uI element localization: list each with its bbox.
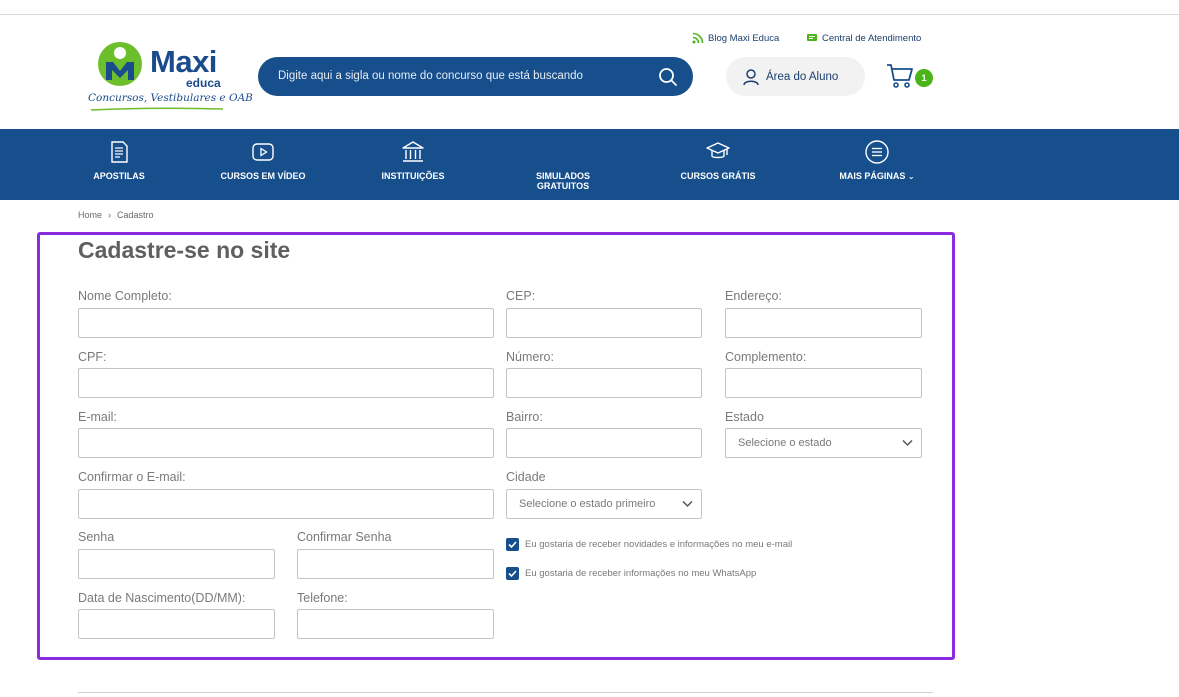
page-title: Cadastre-se no site (78, 237, 291, 263)
confirm-password-label: Confirmar Senha (297, 530, 392, 544)
city-label: Cidade (506, 470, 546, 484)
address-field[interactable] (725, 308, 922, 338)
state-select-value: Selecione o estado (738, 437, 832, 449)
nav-item-cursos-gratis[interactable]: CURSOS GRÁTIS (658, 129, 778, 200)
student-area-button[interactable]: Área do Aluno (726, 57, 865, 96)
nav-item-mais-paginas[interactable]: MAIS PÁGINAS ⌄ (817, 129, 937, 200)
logo-mark-icon (98, 42, 142, 86)
support-link[interactable]: Central de Atendimento (806, 32, 921, 44)
cart-count-badge: 1 (915, 69, 933, 87)
chevron-down-icon (682, 500, 693, 508)
complement-field[interactable] (725, 368, 922, 398)
city-select-value: Selecione o estado primeiro (519, 498, 656, 510)
password-label: Senha (78, 530, 115, 544)
nav-label: CURSOS GRÁTIS (680, 171, 756, 181)
search-input[interactable] (278, 66, 638, 86)
password-field[interactable] (78, 549, 275, 579)
birth-date-field[interactable] (78, 609, 275, 639)
full-name-label: Nome Completo: (78, 289, 172, 303)
number-field[interactable] (506, 368, 702, 398)
confirm-email-field[interactable] (78, 489, 494, 519)
breadcrumb-current: Cadastro (117, 210, 154, 220)
email-label: E-mail: (78, 410, 117, 424)
breadcrumb-home[interactable]: Home (78, 210, 102, 220)
search-icon[interactable] (657, 66, 679, 88)
maxi-educa-logo[interactable]: Maxi educa Concursos, Vestibulares e OAB (88, 38, 253, 114)
nav-item-instituicoes[interactable]: INSTITUIÇÕES (353, 129, 473, 200)
address-label: Endereço: (725, 289, 782, 303)
nav-label-text: MAIS PÁGINAS (839, 171, 906, 181)
logo-sub: educa (186, 76, 221, 90)
checkbox-checked-icon (506, 567, 519, 580)
email-optin-label: Eu gostaria de receber novidades e infor… (525, 539, 793, 550)
breadcrumb-separator: › (108, 210, 112, 220)
whatsapp-optin-label: Eu gostaria de receber informações no me… (525, 568, 757, 579)
birth-date-label: Data de Nascimento(DD/MM): (78, 591, 246, 605)
bottom-divider (78, 692, 933, 693)
chevron-down-icon: ⌄ (907, 172, 915, 181)
neighborhood-label: Bairro: (506, 410, 543, 424)
top-divider (0, 14, 1179, 15)
complement-label: Complemento: (725, 350, 807, 364)
institution-icon (402, 141, 424, 162)
nav-label: SIMULADOS GRATUITOS (536, 171, 590, 191)
document-icon (111, 141, 128, 163)
full-name-field[interactable] (78, 308, 494, 338)
email-field[interactable] (78, 428, 494, 458)
chevron-down-icon (902, 439, 913, 447)
blog-link-label: Blog Maxi Educa (708, 32, 780, 44)
chat-support-icon (807, 34, 817, 41)
confirm-password-field[interactable] (297, 549, 494, 579)
whatsapp-optin-checkbox[interactable]: Eu gostaria de receber informações no me… (506, 567, 756, 580)
graduation-cap-icon (706, 142, 730, 159)
nav-label: MAIS PÁGINAS ⌄ (817, 171, 937, 182)
phone-label: Telefone: (297, 591, 348, 605)
nav-item-cursos-em-video[interactable]: CURSOS EM VÍDEO (203, 129, 323, 200)
video-icon (252, 143, 274, 161)
main-navigation: APOSTILAS CURSOS EM VÍDEO INSTITUIÇÕES S… (0, 129, 1179, 200)
logo-brand: Maxi (150, 44, 217, 79)
menu-circle-icon (865, 140, 889, 164)
breadcrumb: Home › Cadastro (78, 210, 154, 220)
nav-label: INSTITUIÇÕES (381, 171, 445, 181)
nav-label: APOSTILAS (93, 171, 145, 181)
neighborhood-field[interactable] (506, 428, 702, 458)
phone-field[interactable] (297, 609, 494, 639)
city-select[interactable]: Selecione o estado primeiro (506, 489, 702, 519)
student-area-label: Área do Aluno (766, 70, 839, 83)
checkbox-checked-icon (506, 538, 519, 551)
nav-item-apostilas[interactable]: APOSTILAS (59, 129, 179, 200)
number-label: Número: (506, 350, 554, 364)
rss-icon (692, 32, 704, 44)
email-optin-checkbox[interactable]: Eu gostaria de receber novidades e infor… (506, 538, 792, 551)
cep-field[interactable] (506, 308, 702, 338)
logo-underline-icon (90, 107, 224, 111)
support-link-label: Central de Atendimento (822, 32, 922, 44)
user-icon (743, 68, 759, 85)
state-label: Estado (725, 410, 764, 424)
cart-icon (887, 64, 913, 88)
state-select[interactable]: Selecione o estado (725, 428, 922, 458)
cep-label: CEP: (506, 289, 536, 303)
confirm-email-label: Confirmar o E-mail: (78, 470, 186, 484)
nav-item-simulados-gratuitos[interactable]: SIMULADOS GRATUITOS (503, 129, 623, 200)
cart-button[interactable]: 1 (886, 63, 936, 93)
blog-link[interactable]: Blog Maxi Educa (692, 32, 779, 44)
cpf-field[interactable] (78, 368, 494, 398)
logo-tagline: Concursos, Vestibulares e OAB (88, 92, 253, 104)
cpf-label: CPF: (78, 350, 107, 364)
search-bar (258, 57, 693, 96)
nav-label: CURSOS EM VÍDEO (220, 171, 306, 181)
